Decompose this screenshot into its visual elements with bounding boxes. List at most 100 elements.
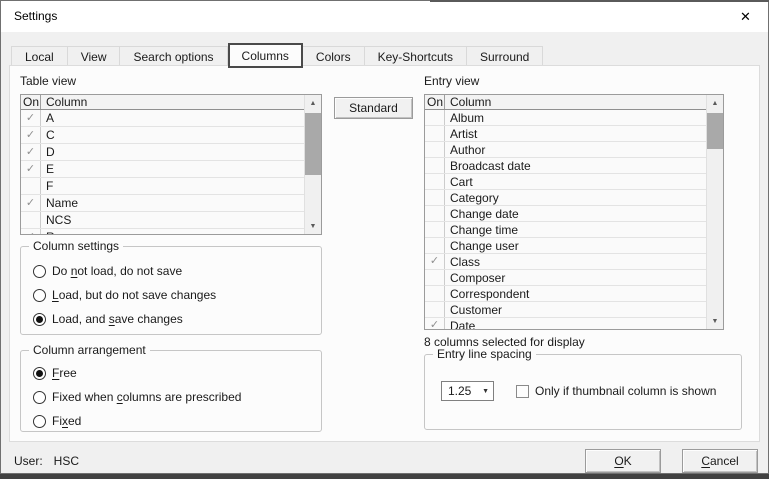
radio-option[interactable]: Fixed when columns are prescribed — [21, 385, 321, 409]
thumbnail-checkbox-label: Only if thumbnail column is shown — [535, 384, 716, 398]
row-check-cell[interactable]: ✓ — [21, 161, 41, 177]
close-icon[interactable]: ✕ — [723, 1, 768, 32]
row-check-cell[interactable] — [21, 212, 41, 228]
radio-option[interactable]: Load, and save changes — [21, 307, 321, 331]
table-row[interactable]: ✓A — [21, 110, 304, 127]
table-row[interactable]: ✓E — [21, 161, 304, 178]
table-row[interactable]: ✓Name — [21, 195, 304, 212]
header-column[interactable]: Column — [445, 95, 706, 109]
table-row[interactable]: Change date — [425, 206, 706, 222]
table-row[interactable]: Author — [425, 142, 706, 158]
radio-label: Free — [52, 366, 77, 380]
row-check-cell[interactable] — [425, 174, 445, 189]
table-row[interactable]: Customer — [425, 302, 706, 318]
row-check-cell[interactable]: ✓ — [21, 229, 41, 234]
table-row[interactable]: Change user — [425, 238, 706, 254]
row-check-cell[interactable] — [21, 178, 41, 194]
check-icon: ✓ — [430, 320, 439, 329]
header-column[interactable]: Column — [41, 95, 304, 109]
scroll-track[interactable] — [707, 111, 723, 313]
header-on[interactable]: On — [21, 95, 41, 109]
radio-button[interactable] — [33, 367, 46, 380]
columns-tab-page: Table view On Column ✓A✓C✓D✓EF✓NameNCS✓R… — [9, 65, 760, 442]
settings-dialog: Settings ✕ LocalViewSearch optionsColumn… — [0, 0, 769, 474]
table-row[interactable]: Change time — [425, 222, 706, 238]
row-check-cell[interactable] — [425, 142, 445, 157]
scroll-thumb[interactable] — [305, 113, 321, 175]
table-body: AlbumArtistAuthorBroadcast dateCartCateg… — [425, 110, 706, 329]
table-row[interactable]: Artist — [425, 126, 706, 142]
row-check-cell[interactable]: ✓ — [21, 144, 41, 160]
entry-view-header[interactable]: On Column — [425, 95, 706, 110]
radio-option[interactable]: Free — [21, 361, 321, 385]
table-view-header[interactable]: On Column — [21, 95, 304, 110]
radio-label: Fixed when columns are prescribed — [52, 390, 241, 404]
thumbnail-checkbox-row[interactable]: Only if thumbnail column is shown — [516, 384, 716, 398]
entry-line-spacing-title: Entry line spacing — [433, 347, 536, 361]
row-check-cell[interactable]: ✓ — [425, 318, 445, 329]
table-row[interactable]: NCS — [21, 212, 304, 229]
table-row[interactable]: Composer — [425, 270, 706, 286]
header-on[interactable]: On — [425, 95, 445, 109]
radio-button[interactable] — [33, 391, 46, 404]
radio-button[interactable] — [33, 415, 46, 428]
title-bar[interactable]: Settings ✕ — [1, 1, 768, 32]
row-check-cell[interactable] — [425, 126, 445, 141]
table-row[interactable]: Category — [425, 190, 706, 206]
row-check-cell[interactable] — [425, 110, 445, 125]
radio-label: Fixed — [52, 414, 81, 428]
radio-button[interactable] — [33, 313, 46, 326]
check-icon: ✓ — [26, 198, 35, 209]
row-check-cell[interactable]: ✓ — [425, 254, 445, 269]
tab-columns[interactable]: Columns — [228, 43, 303, 68]
row-check-cell[interactable] — [425, 302, 445, 317]
table-row[interactable]: ✓Date — [425, 318, 706, 329]
thumbnail-checkbox[interactable] — [516, 385, 529, 398]
row-check-cell[interactable] — [425, 238, 445, 253]
table-row[interactable]: ✓D — [21, 144, 304, 161]
ok-button[interactable]: OK — [585, 449, 661, 473]
row-column-label: Artist — [445, 126, 706, 141]
entry-view-label: Entry view — [424, 74, 479, 88]
user-row: User: HSC — [14, 454, 79, 468]
row-check-cell[interactable]: ✓ — [21, 110, 41, 126]
entry-view-main: On Column AlbumArtistAuthorBroadcast dat… — [425, 95, 706, 329]
table-view-scrollbar[interactable]: ▲ ▼ — [304, 95, 321, 234]
row-check-cell[interactable] — [425, 270, 445, 285]
radio-option[interactable]: Fixed — [21, 409, 321, 433]
table-row[interactable]: ✓Class — [425, 254, 706, 270]
table-row[interactable]: F — [21, 178, 304, 195]
table-row[interactable]: ✓R — [21, 229, 304, 234]
row-check-cell[interactable] — [425, 206, 445, 221]
row-column-label: Broadcast date — [445, 158, 706, 173]
row-check-cell[interactable] — [425, 190, 445, 205]
scroll-thumb[interactable] — [707, 113, 723, 149]
row-column-label: Change date — [445, 206, 706, 221]
scroll-up-icon[interactable]: ▲ — [305, 95, 321, 111]
user-label: User: — [14, 454, 43, 468]
check-icon: ✓ — [26, 130, 35, 141]
radio-button[interactable] — [33, 265, 46, 278]
scroll-down-icon[interactable]: ▼ — [305, 218, 321, 234]
table-row[interactable]: Correspondent — [425, 286, 706, 302]
row-check-cell[interactable] — [425, 158, 445, 173]
row-check-cell[interactable]: ✓ — [21, 127, 41, 143]
scroll-down-icon[interactable]: ▼ — [707, 313, 723, 329]
radio-option[interactable]: Load, but do not save changes — [21, 283, 321, 307]
entry-view-scrollbar[interactable]: ▲ ▼ — [706, 95, 723, 329]
table-row[interactable]: Album — [425, 110, 706, 126]
table-row[interactable]: ✓C — [21, 127, 304, 144]
row-check-cell[interactable]: ✓ — [21, 195, 41, 211]
radio-button[interactable] — [33, 289, 46, 302]
table-row[interactable]: Broadcast date — [425, 158, 706, 174]
scroll-track[interactable] — [305, 111, 321, 218]
line-spacing-dropdown[interactable]: 1.25 ▼ — [441, 381, 494, 401]
row-check-cell[interactable] — [425, 222, 445, 237]
row-check-cell[interactable] — [425, 286, 445, 301]
row-column-label: Change user — [445, 238, 706, 253]
cancel-button[interactable]: Cancel — [682, 449, 758, 473]
radio-option[interactable]: Do not load, do not save — [21, 259, 321, 283]
scroll-up-icon[interactable]: ▲ — [707, 95, 723, 111]
standard-button[interactable]: Standard — [334, 97, 413, 119]
table-row[interactable]: Cart — [425, 174, 706, 190]
